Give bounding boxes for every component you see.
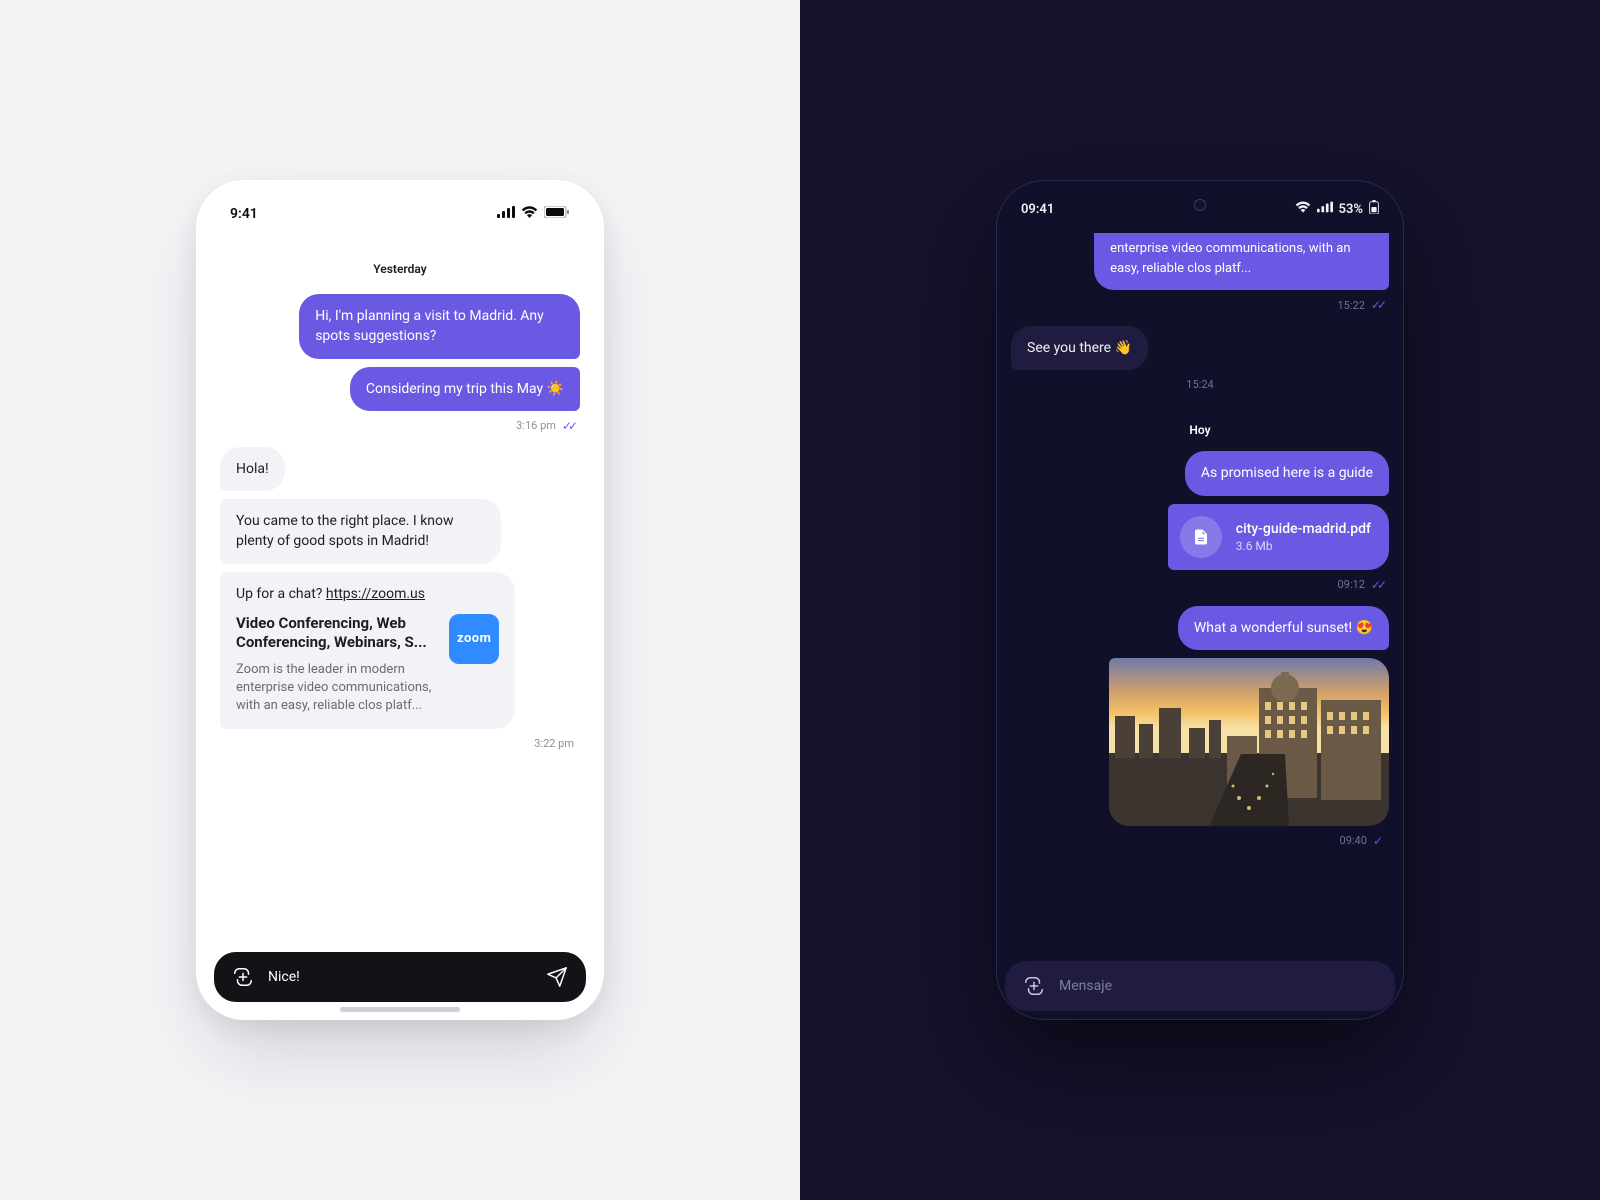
- battery-icon: [1369, 200, 1379, 218]
- file-name: city-guide-madrid.pdf: [1236, 521, 1371, 537]
- cellular-icon: [497, 206, 515, 222]
- date-divider: Yesterday: [220, 262, 580, 276]
- read-receipt-icon: ✓✓: [1371, 578, 1383, 592]
- wifi-icon: [521, 206, 538, 222]
- date-divider: Hoy: [1011, 423, 1389, 437]
- timestamp: 09:12: [1337, 578, 1364, 591]
- file-size: 3.6 Mb: [1236, 539, 1371, 553]
- home-indicator: [340, 1007, 460, 1012]
- message-input-bar[interactable]: Mensaje: [1005, 961, 1395, 1011]
- timestamp: 15:24: [1186, 378, 1213, 391]
- battery-icon: [544, 206, 570, 222]
- message-input-bar[interactable]: Nice!: [214, 952, 586, 1002]
- attach-icon[interactable]: [1023, 975, 1045, 997]
- message-in[interactable]: Hola!: [220, 447, 285, 491]
- chat-thread[interactable]: Yesterday Hi, I'm planning a visit to Ma…: [206, 228, 594, 944]
- send-icon[interactable]: [546, 966, 568, 988]
- sent-receipt-icon: ✓: [1373, 834, 1383, 848]
- read-receipt-icon: ✓✓: [562, 419, 574, 433]
- status-time: 09:41: [1021, 202, 1054, 217]
- file-icon: [1180, 516, 1222, 558]
- message-in[interactable]: See you there 👋: [1011, 326, 1148, 370]
- timestamp: 15:22: [1337, 299, 1364, 312]
- notch: [305, 180, 495, 208]
- phone-light: 9:41 Yesterday Hi, I'm planning a visit …: [196, 180, 604, 1020]
- chat-thread[interactable]: enterprise video communications, with an…: [997, 223, 1403, 953]
- message-out[interactable]: Considering my trip this May ☀️: [350, 367, 580, 411]
- timestamp: 3:22 pm: [534, 737, 574, 750]
- link-description: Zoom is the leader in modern enterprise …: [236, 661, 437, 716]
- message-in[interactable]: You came to the right place. I know plen…: [220, 499, 501, 564]
- attach-icon[interactable]: [232, 966, 254, 988]
- camera-dot: [1194, 199, 1206, 211]
- link-preview-card[interactable]: Up for a chat? https://zoom.us Video Con…: [220, 572, 515, 730]
- message-input[interactable]: Nice!: [268, 969, 532, 985]
- battery-percent: 53%: [1339, 202, 1363, 217]
- cellular-icon: [1317, 201, 1333, 217]
- message-input[interactable]: Mensaje: [1059, 978, 1377, 994]
- timestamp: 09:40: [1340, 834, 1367, 847]
- link-thumbnail: zoom: [449, 614, 499, 664]
- message-out[interactable]: As promised here is a guide: [1185, 451, 1389, 495]
- file-attachment[interactable]: city-guide-madrid.pdf 3.6 Mb: [1168, 504, 1389, 570]
- timestamp: 3:16 pm: [516, 419, 556, 432]
- wifi-icon: [1295, 201, 1311, 217]
- link-url[interactable]: https://zoom.us: [326, 586, 425, 602]
- link-preview-truncated[interactable]: enterprise video communications, with an…: [1094, 233, 1389, 290]
- image-attachment[interactable]: [1109, 658, 1389, 826]
- status-time: 9:41: [230, 206, 258, 222]
- message-out[interactable]: What a wonderful sunset! 😍: [1178, 606, 1389, 650]
- link-title: Video Conferencing, Web Conferencing, We…: [236, 614, 437, 653]
- phone-dark: 09:41 53% enterprise video communication…: [996, 180, 1404, 1020]
- read-receipt-icon: ✓✓: [1371, 298, 1383, 312]
- message-out[interactable]: Hi, I'm planning a visit to Madrid. Any …: [299, 294, 580, 359]
- link-prompt: Up for a chat?: [236, 586, 326, 602]
